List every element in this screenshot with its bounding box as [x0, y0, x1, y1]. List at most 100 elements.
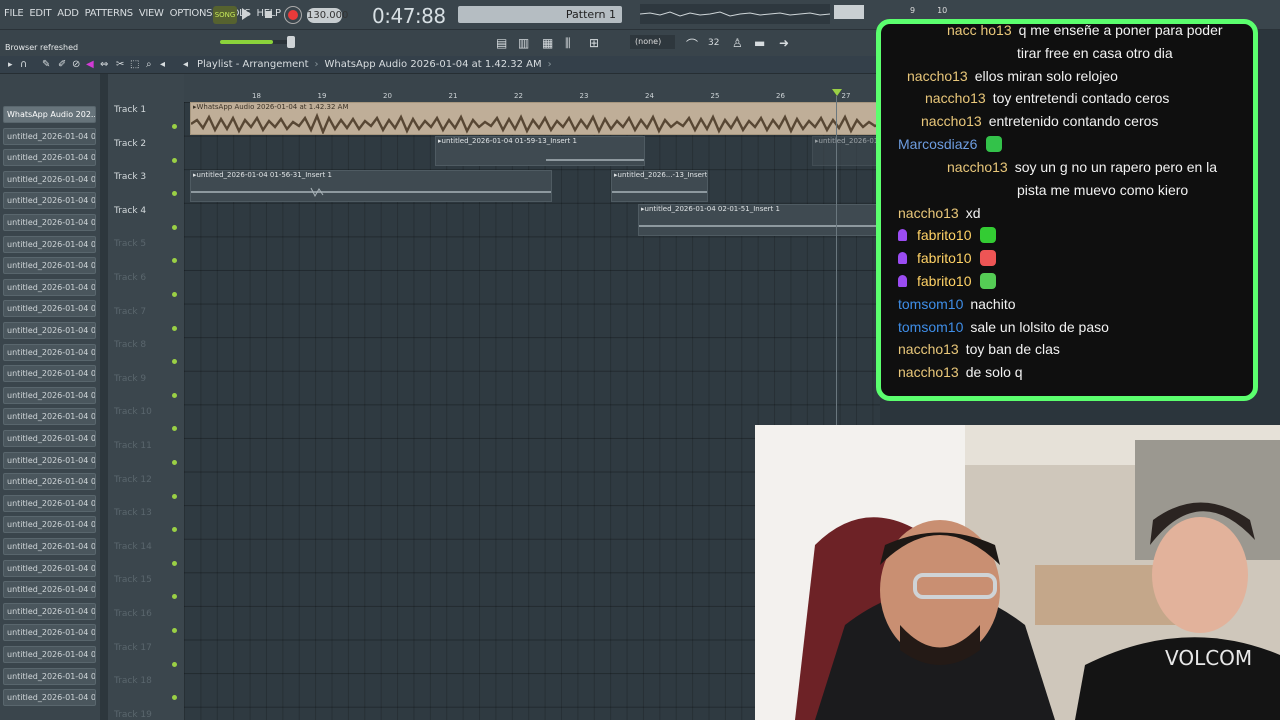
slice-icon[interactable]: ✂ — [116, 59, 124, 70]
snap-selector[interactable]: (none) — [630, 35, 675, 49]
count-icon[interactable]: 32 — [708, 38, 719, 48]
song-position-marker[interactable] — [832, 89, 842, 96]
browser-item[interactable]: untitled_2026-01-04 01-... — [3, 430, 96, 447]
track-enable-led[interactable] — [172, 157, 177, 163]
audio-clip-main[interactable]: WhatsApp Audio 2026-01-04 at 1.42.32 AM — [190, 102, 880, 135]
playlist-nav-icon[interactable]: ◂ — [183, 59, 188, 70]
master-volume-slider[interactable] — [220, 40, 295, 44]
arrow-icon[interactable]: ▸ — [8, 60, 13, 70]
track-enable-led[interactable] — [172, 695, 177, 701]
track-label[interactable]: Track 19 — [114, 710, 152, 720]
browser-item[interactable]: untitled_2026-01-04 01-... — [3, 257, 96, 275]
master-volume-handle[interactable] — [287, 36, 295, 48]
menu-options[interactable]: OPTIONS — [170, 8, 213, 19]
track-label[interactable]: Track 17 — [114, 643, 152, 653]
browser-item[interactable]: untitled_2026-01-04 01-... — [3, 689, 96, 707]
track-label[interactable]: Track 16 — [114, 609, 152, 619]
browser-item[interactable]: untitled_2026-01-04 01-... — [3, 365, 96, 383]
audio-clip[interactable]: untitled_2026-01-04 01-56-31_Insert 1 — [190, 170, 552, 202]
menu-view[interactable]: VIEW — [139, 8, 164, 19]
track-enable-led[interactable] — [172, 258, 177, 264]
browser-item[interactable]: untitled_2026-01-04 01-... — [3, 386, 96, 404]
timeline-ruler[interactable]: 18 19 20 21 22 23 24 25 26 27 — [184, 74, 884, 102]
record-button[interactable] — [285, 7, 301, 23]
track-enable-led[interactable] — [172, 292, 177, 297]
magnet-icon[interactable]: ∩ — [20, 59, 27, 70]
browser-item[interactable]: untitled_2026-01-04 01-... — [3, 494, 96, 512]
play-icon[interactable] — [242, 8, 251, 20]
browser-item[interactable]: untitled_2026-01-04 01-... — [3, 667, 96, 685]
browser-item[interactable]: untitled_2026-01-04 01-... — [3, 646, 96, 663]
audio-clip[interactable]: untitled_2026...-13_Insert 1 — [611, 170, 708, 202]
browser-scrollbar[interactable] — [100, 74, 108, 720]
track-enable-led[interactable] — [172, 224, 177, 230]
track-enable-led[interactable] — [172, 325, 177, 331]
browser-item[interactable]: untitled_2026-01-04 01-... — [3, 192, 96, 210]
browser-item[interactable]: WhatsApp Audio 202... — [3, 106, 96, 123]
chat-username[interactable]: fabrito10 — [917, 273, 971, 289]
menu-edit[interactable]: EDIT — [29, 8, 51, 19]
stop-icon[interactable] — [265, 11, 272, 18]
browser-item[interactable]: untitled_2026-01-04 01-... — [3, 516, 96, 534]
track-label[interactable]: Track 13 — [114, 508, 152, 518]
chat-username[interactable]: nacc ho13 — [947, 24, 1012, 38]
browser-item[interactable]: untitled_2026-01-04 01-... — [3, 149, 96, 167]
select-icon[interactable]: ⬚ — [130, 59, 139, 70]
chat-username[interactable]: tomsom10 — [898, 319, 963, 335]
chat-username[interactable]: naccho13 — [921, 113, 982, 129]
chat-username[interactable]: fabrito10 — [917, 227, 971, 243]
chat-username[interactable]: tomsom10 — [898, 296, 963, 312]
browser-icon[interactable]: ⊞ — [589, 36, 599, 50]
audio-clip[interactable]: untitled_2026-01-04 01-59-13_Insert 1 — [435, 136, 645, 166]
mute-icon[interactable]: ◀ — [86, 59, 94, 70]
metronome-icon[interactable]: ⌒ — [686, 36, 698, 53]
browser-item[interactable]: untitled_2026-01-04 01-... — [3, 624, 96, 642]
microphone-icon[interactable]: ♙ — [732, 36, 743, 50]
browser-item[interactable]: untitled_2026-01-04 01-... — [3, 451, 96, 469]
slip-icon[interactable]: ⇔ — [100, 59, 108, 70]
track-label[interactable]: Track 8 — [114, 340, 146, 350]
arrow-right-icon[interactable]: ➜ — [779, 36, 789, 50]
track-label[interactable]: Track 9 — [114, 374, 146, 384]
audio-clip[interactable]: untitled_2026-01- — [812, 136, 880, 166]
track-label[interactable]: Track 11 — [114, 441, 152, 451]
track-enable-led[interactable] — [172, 661, 177, 667]
browser-item[interactable]: untitled_2026-01-04 01-... — [3, 170, 96, 188]
chat-username[interactable]: Marcosdiaz6 — [898, 136, 977, 152]
piano-roll-icon[interactable]: ▥ — [518, 36, 529, 50]
track-label[interactable]: Track 7 — [114, 307, 146, 317]
playlist-icon[interactable]: ▤ — [496, 36, 507, 50]
delete-icon[interactable]: ⊘ — [72, 59, 80, 70]
track-enable-led[interactable] — [172, 124, 177, 129]
browser-item[interactable]: untitled_2026-01-04 01-... — [3, 127, 96, 145]
track-label[interactable]: Track 4 — [114, 206, 146, 216]
song-mode-button[interactable]: SONG — [213, 6, 237, 24]
browser-item[interactable]: untitled_2026-01-04 01-... — [3, 214, 96, 231]
track-enable-led[interactable] — [172, 392, 177, 398]
menu-add[interactable]: ADD — [57, 8, 79, 19]
chat-username[interactable]: naccho13 — [925, 90, 986, 106]
track-label[interactable]: Track 10 — [114, 407, 152, 417]
track-label[interactable]: Track 1 — [114, 105, 146, 115]
channel-rack-icon[interactable]: ▦ — [542, 36, 553, 50]
browser-item[interactable]: untitled_2026-01-04 01-... — [3, 300, 96, 318]
speaker-icon[interactable]: ◂ — [160, 59, 165, 70]
track-enable-led[interactable] — [172, 527, 177, 533]
chat-username[interactable]: naccho13 — [907, 68, 968, 84]
browser-item[interactable]: untitled_2026-01-04 01-... — [3, 408, 96, 426]
chat-username[interactable]: fabrito10 — [917, 250, 971, 266]
chat-username[interactable]: naccho13 — [947, 159, 1008, 175]
track-label[interactable]: Track 2 — [114, 139, 146, 149]
menu-file[interactable]: FILE — [4, 8, 24, 19]
menu-patterns[interactable]: PATTERNS — [85, 8, 134, 19]
browser-item[interactable]: untitled_2026-01-04 01-... — [3, 235, 96, 253]
pencil-icon[interactable]: ✎ — [42, 59, 50, 70]
zoom-icon[interactable]: ⌕ — [146, 59, 152, 70]
chat-username[interactable]: naccho13 — [898, 364, 959, 380]
browser-item[interactable]: untitled_2026-01-04 01-... — [3, 278, 96, 296]
track-label[interactable]: Track 12 — [114, 475, 152, 485]
track-enable-led[interactable] — [172, 191, 177, 197]
track-label[interactable]: Track 18 — [114, 676, 152, 686]
pattern-selector[interactable]: Pattern 1 — [458, 6, 622, 23]
brush-icon[interactable]: ✐ — [58, 59, 66, 70]
